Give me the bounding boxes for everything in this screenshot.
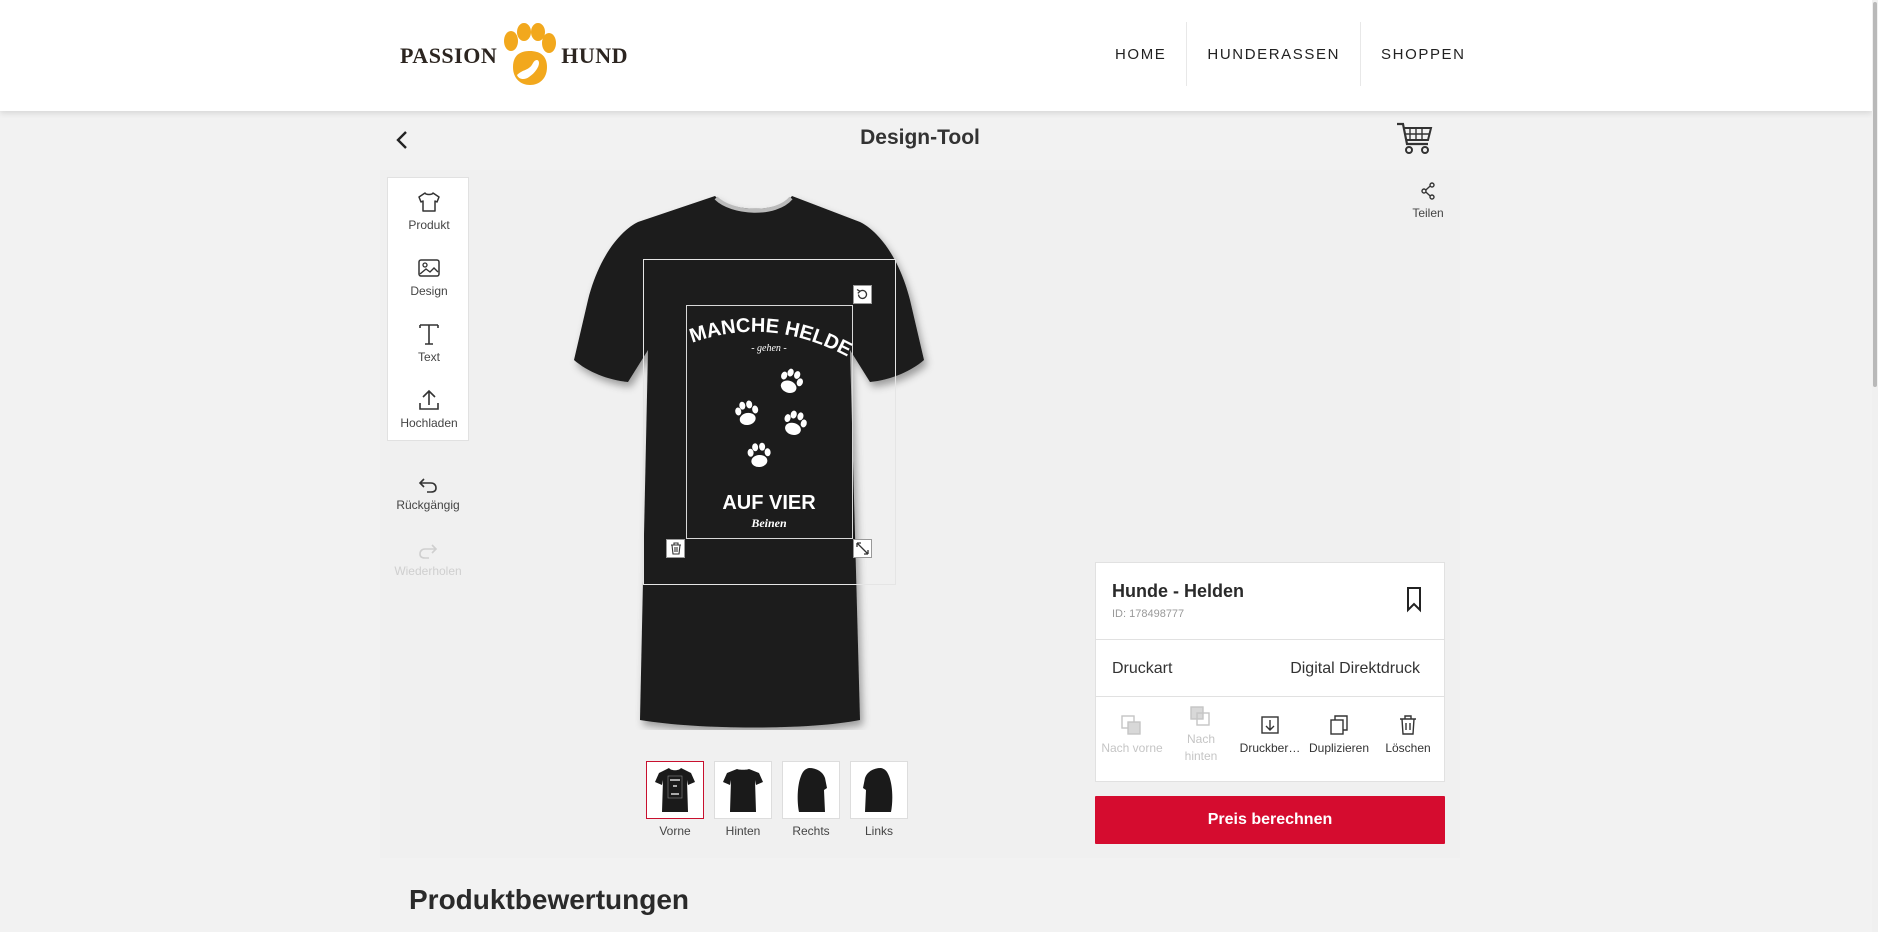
shirt-back-icon	[723, 769, 763, 812]
logo-word-left: PASSION	[400, 43, 498, 68]
cart-button[interactable]	[1396, 120, 1434, 156]
bring-forward-button[interactable]: Nach vorne	[1098, 700, 1166, 770]
design-text-bottom: AUF VIER	[722, 492, 816, 514]
print-area-icon	[1261, 715, 1279, 734]
tool-upload-label: Hochladen	[400, 416, 458, 430]
share-button[interactable]: Teilen	[1406, 182, 1450, 220]
design-artwork[interactable]: MANCHE HELDEN - gehen - AUF VIER Beinen	[686, 305, 853, 539]
panel-divider	[1096, 639, 1444, 640]
resize-handle[interactable]	[853, 539, 872, 558]
bookmark-button[interactable]	[1404, 585, 1424, 613]
design-text-middle: - gehen -	[751, 343, 787, 354]
print-type-label: Druckart	[1112, 660, 1173, 677]
shirt-left-icon	[863, 768, 893, 812]
duplicate-label: Duplizieren	[1308, 740, 1370, 755]
bring-forward-icon	[1121, 714, 1141, 735]
trash-icon	[670, 542, 681, 555]
product-id: ID: 178498777	[1112, 608, 1185, 620]
duplicate-icon	[1330, 714, 1348, 735]
share-icon	[1421, 182, 1435, 200]
delete-label: Löschen	[1385, 740, 1431, 755]
shirt-icon	[418, 192, 440, 212]
trash-icon	[1400, 714, 1416, 735]
print-area-button[interactable]: Druckber…	[1236, 700, 1304, 770]
rotate-handle[interactable]	[853, 285, 872, 304]
cart-icon	[1397, 122, 1433, 154]
view-left-label: Links	[864, 824, 893, 838]
undo-label: Rückgängig	[396, 498, 460, 512]
tool-sidebar: Produkt Design Text Hochladen	[387, 177, 469, 441]
reviews-heading: Produktbewertungen	[409, 884, 690, 915]
send-backward-icon	[1190, 706, 1210, 726]
tool-product-button[interactable]: Produkt	[388, 190, 470, 250]
share-label: Teilen	[1412, 206, 1444, 220]
chevron-left-icon	[396, 131, 407, 149]
redo-button[interactable]: Wiederholen	[387, 542, 469, 578]
product-name: Hunde - Helden	[1112, 581, 1245, 601]
nav-hunderassen[interactable]: HUNDERASSEN	[1187, 22, 1362, 86]
undo-icon	[418, 478, 437, 493]
tool-product-label: Produkt	[408, 218, 450, 232]
upload-icon	[419, 389, 439, 410]
redo-icon	[419, 544, 438, 559]
tool-design-button[interactable]: Design	[388, 256, 470, 316]
logo-word-right: HUND	[561, 43, 629, 68]
view-back-label: Hinten	[725, 824, 761, 838]
bring-forward-label: Nach vorne	[1101, 740, 1163, 755]
resize-icon	[856, 542, 869, 555]
view-right-thumb[interactable]: Rechts	[782, 761, 840, 838]
nav-shoppen[interactable]: SHOPPEN	[1361, 22, 1486, 86]
tool-text-label: Text	[417, 350, 440, 364]
product-panel: Hunde - Helden ID: 178498777 Druckart Di…	[1095, 562, 1445, 782]
text-icon	[419, 324, 439, 345]
delete-button[interactable]: Löschen	[1374, 700, 1442, 770]
delete-handle[interactable]	[666, 539, 685, 558]
design-text-script: Beinen	[750, 516, 787, 530]
rotate-icon	[856, 288, 868, 300]
send-backward-button[interactable]: Nach hinten	[1167, 700, 1235, 770]
view-front-label: Vorne	[659, 824, 691, 838]
panel-divider	[1096, 696, 1444, 697]
bookmark-icon	[1407, 587, 1421, 613]
print-area-label: Druckber…	[1239, 740, 1301, 755]
back-button[interactable]	[391, 128, 415, 152]
site-logo[interactable]: PASSION HUND	[400, 22, 630, 90]
shirt-right-icon	[797, 768, 827, 812]
tool-text-button[interactable]: Text	[388, 322, 470, 382]
image-icon	[418, 259, 440, 277]
view-front-thumb[interactable]: Vorne	[646, 761, 704, 838]
calculate-price-button[interactable]: Preis berechnen	[1095, 796, 1445, 844]
tool-upload-button[interactable]: Hochladen	[388, 388, 470, 448]
view-right-label: Rechts	[792, 824, 830, 838]
view-back-thumb[interactable]: Hinten	[714, 761, 772, 838]
nav-home[interactable]: HOME	[1095, 22, 1188, 86]
send-backward-label: Nach hinten	[1184, 732, 1218, 763]
print-type-value[interactable]: Digital Direktdruck	[1290, 660, 1420, 678]
main-nav: HOME HUNDERASSEN SHOPPEN	[1095, 22, 1486, 86]
shirt-front-icon	[655, 768, 695, 812]
tool-design-label: Design	[410, 284, 448, 298]
redo-label: Wiederholen	[394, 564, 462, 578]
site-header	[0, 0, 1872, 111]
undo-button[interactable]: Rückgängig	[387, 476, 469, 512]
view-left-thumb[interactable]: Links	[850, 761, 908, 838]
duplicate-button[interactable]: Duplizieren	[1305, 700, 1373, 770]
paw-logo-icon	[504, 23, 557, 85]
paw-print-icon	[735, 368, 807, 468]
page-title: Design-Tool	[860, 126, 980, 149]
scrollbar-thumb[interactable]	[1873, 2, 1877, 387]
